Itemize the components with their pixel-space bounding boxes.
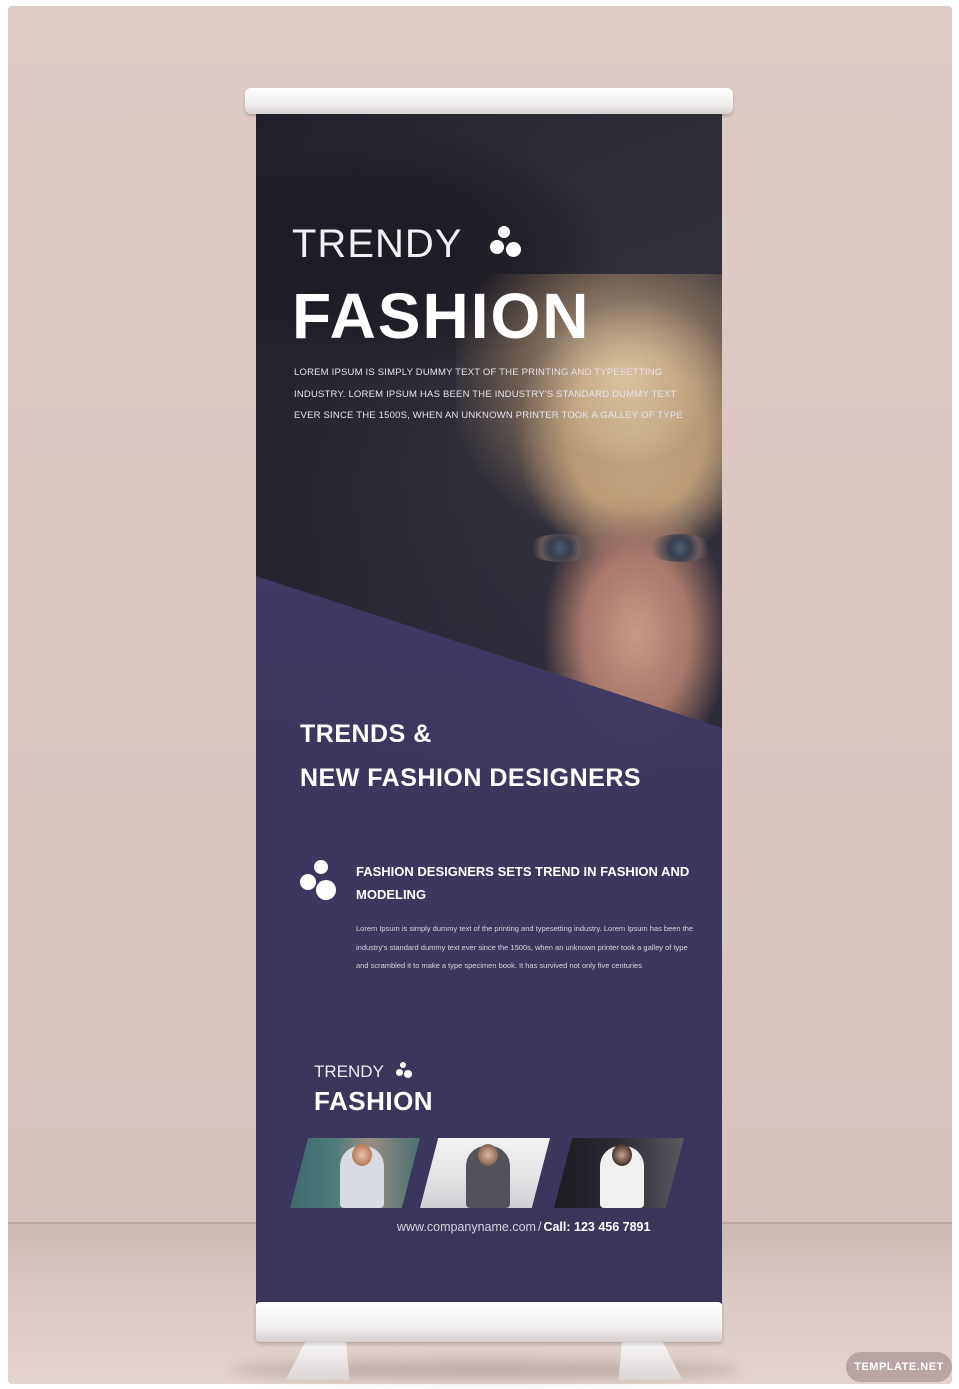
logo-fashion: FASHION — [314, 1086, 434, 1116]
thumbnail-photo-1 — [290, 1138, 420, 1208]
thumbnail-head — [478, 1144, 498, 1166]
thumbnail-head — [612, 1144, 632, 1166]
headline: TRENDS & NEW FASHION DESIGNERS — [300, 712, 641, 800]
rollup-banner: TRENDY FASHION LOREM IPSUM IS SIMPLY DUM… — [256, 114, 722, 1304]
three-dots-icon — [396, 1062, 412, 1080]
phone-text: Call: 123 456 7891 — [543, 1220, 651, 1234]
headline-line-1: TRENDS & — [300, 720, 432, 748]
headline-line-2: NEW FASHION DESIGNERS — [300, 764, 642, 792]
three-dots-icon — [300, 860, 340, 906]
title-fashion: FASHION — [292, 280, 591, 352]
banner-top-rail — [245, 88, 733, 114]
thumbnail-photo-2 — [420, 1138, 550, 1208]
website-text: www.companyname.com — [397, 1220, 536, 1234]
watermark-badge: TEMPLATE.NET — [846, 1352, 952, 1382]
logo-trendy: TRENDY — [314, 1062, 384, 1081]
subheading: FASHION DESIGNERS SETS TREND IN FASHION … — [356, 864, 690, 902]
body-text: Lorem Ipsum is simply dummy text of the … — [356, 924, 694, 970]
separator: / — [537, 1220, 542, 1234]
title-trendy: TRENDY — [292, 222, 463, 266]
thumbnail-head — [352, 1144, 372, 1166]
banner-base-cassette — [256, 1302, 722, 1342]
intro-text: LOREM IPSUM IS SIMPLY DUMMY TEXT OF THE … — [294, 367, 683, 421]
contact-line: www.companyname.com / Call: 123 456 7891 — [397, 1220, 650, 1234]
three-dots-icon — [490, 226, 524, 260]
thumbnail-photo-3 — [554, 1138, 684, 1208]
